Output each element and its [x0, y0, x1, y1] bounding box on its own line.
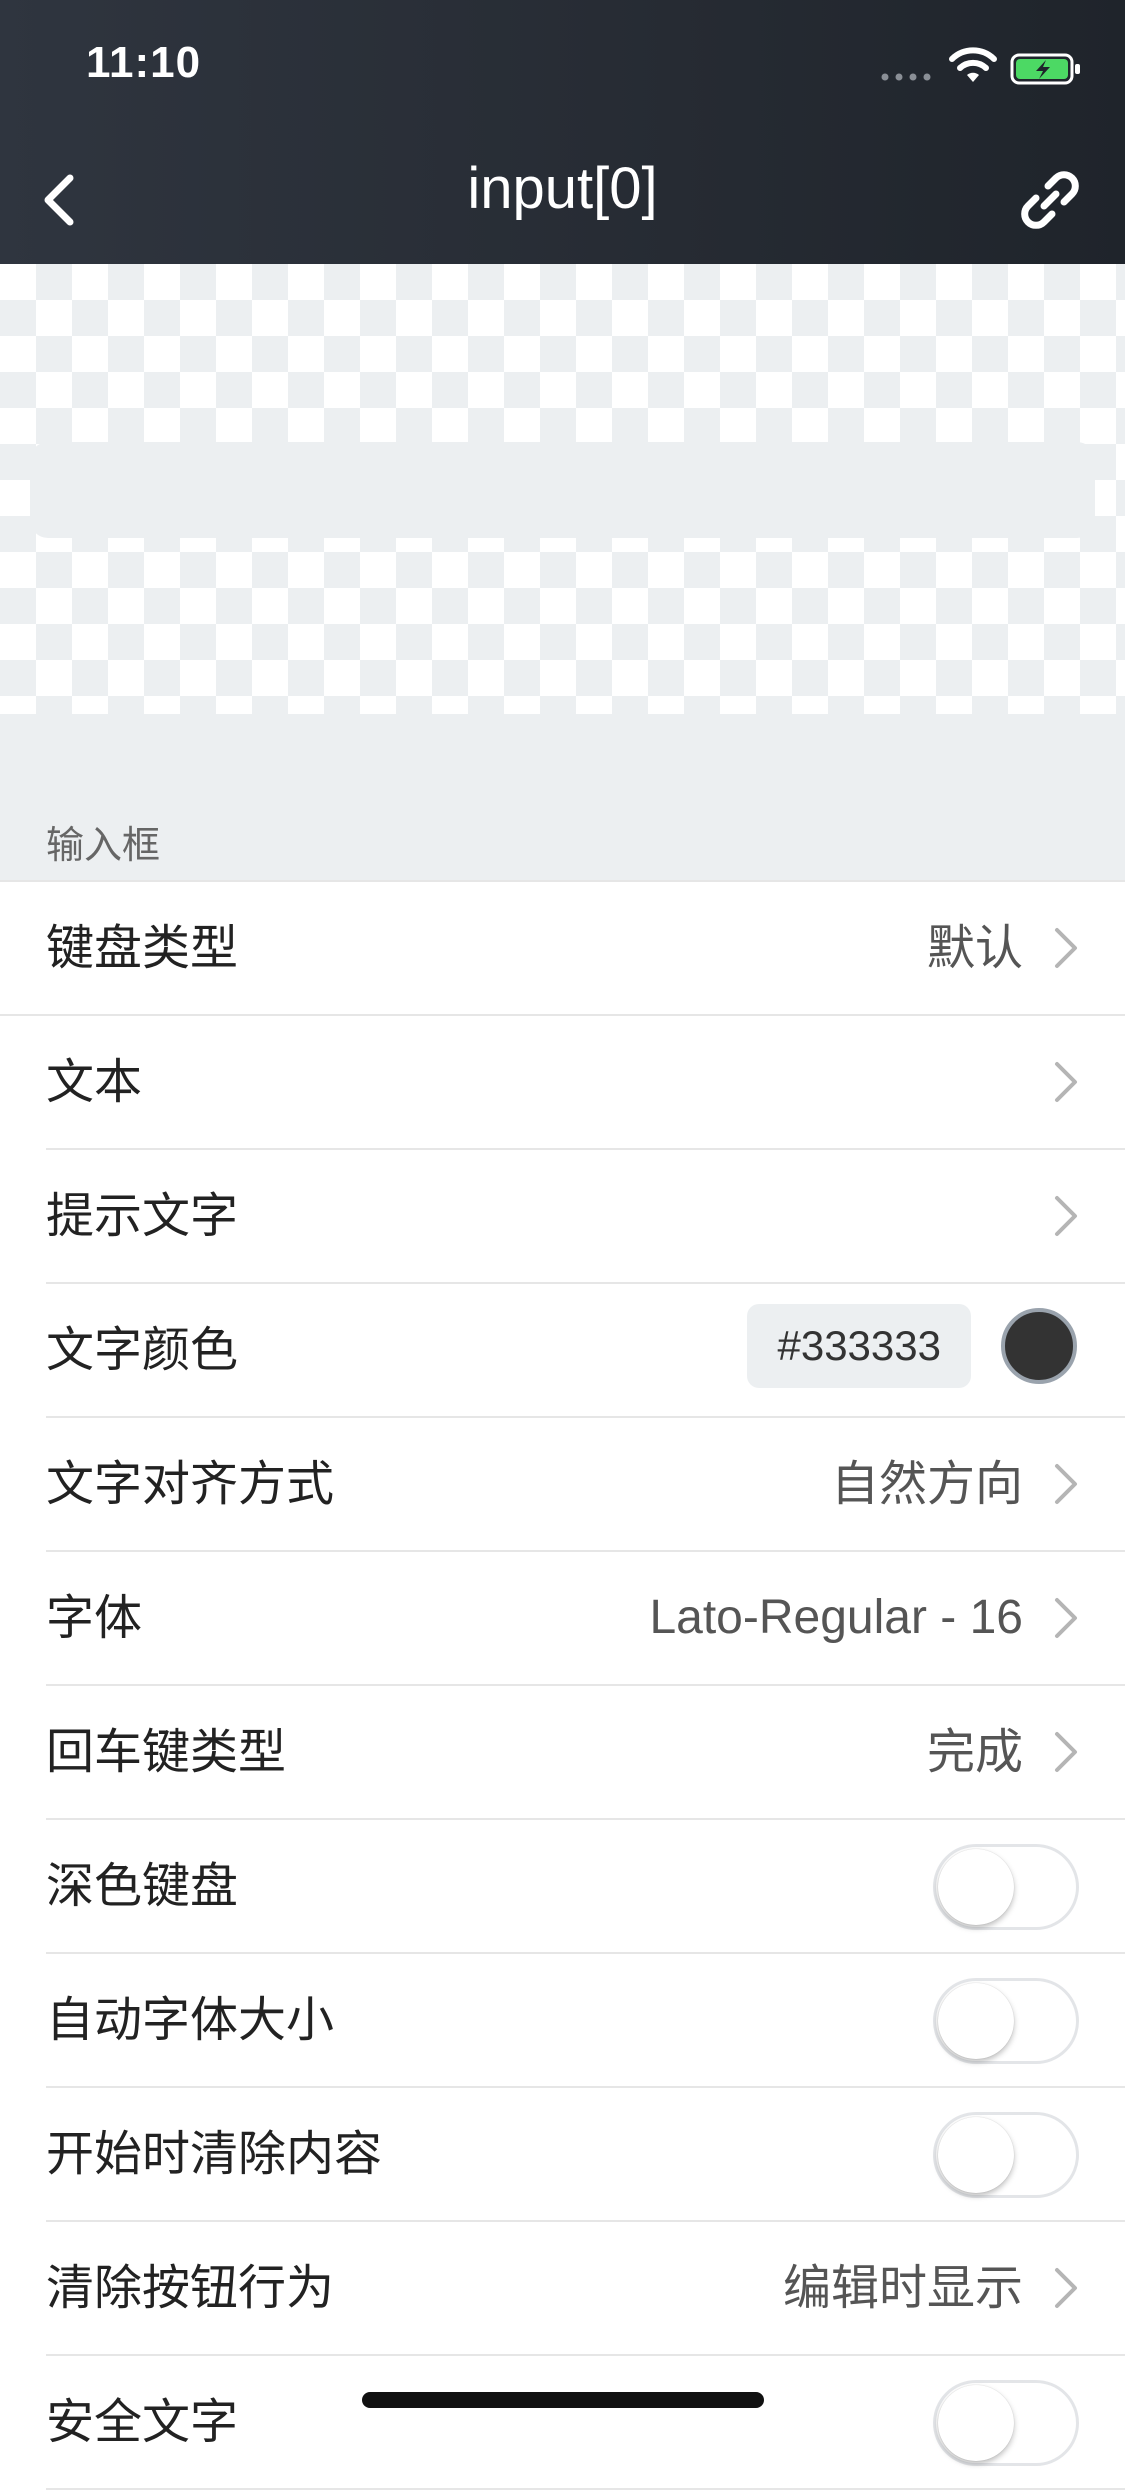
- row-value: 自然方向: [830, 1456, 1023, 1512]
- chevron-right-icon: [1055, 1062, 1077, 1102]
- row-label: 自动字体大小: [46, 1992, 335, 2048]
- home-indicator: [362, 2392, 764, 2408]
- color-swatch[interactable]: [1001, 1308, 1077, 1384]
- toggle-knob: [938, 1849, 1014, 1925]
- row-return-key-type[interactable]: 回车键类型 完成: [46, 1686, 1125, 1820]
- toggle-knob: [938, 2117, 1014, 2193]
- row-label: 深色键盘: [46, 1858, 239, 1914]
- chevron-right-icon: [1055, 1732, 1077, 1772]
- row-label: 键盘类型: [46, 920, 239, 976]
- chevron-right-icon: [1055, 928, 1077, 968]
- section-header: 输入框: [0, 714, 1125, 880]
- link-button[interactable]: [1010, 160, 1090, 240]
- row-text-alignment[interactable]: 文字对齐方式 自然方向: [46, 1418, 1125, 1552]
- row-text-color[interactable]: 文字颜色 #333333: [46, 1284, 1125, 1418]
- row-auto-font-size: 自动字体大小: [46, 1954, 1125, 2088]
- row-label: 文字对齐方式: [46, 1456, 335, 1512]
- row-placeholder-text[interactable]: 提示文字: [46, 1150, 1125, 1284]
- row-value: 默认: [926, 920, 1023, 976]
- cellular-signal-icon: [881, 73, 931, 81]
- row-label: 安全文字: [46, 2394, 239, 2450]
- row-clear-button-mode[interactable]: 清除按钮行为 编辑时显示: [46, 2222, 1125, 2356]
- chevron-right-icon: [1055, 1464, 1077, 1504]
- row-value: Lato-Regular - 16: [649, 1591, 1023, 1644]
- toggle-knob: [938, 1983, 1014, 2059]
- chevron-right-icon: [1055, 1598, 1077, 1638]
- row-value: 编辑时显示: [782, 2260, 1023, 2316]
- row-label: 字体: [46, 1590, 143, 1646]
- row-label: 文字颜色: [46, 1322, 239, 1378]
- clear-on-begin-toggle[interactable]: [933, 2112, 1079, 2198]
- status-time: 11:10: [86, 38, 202, 87]
- auto-font-size-toggle[interactable]: [933, 1978, 1079, 2064]
- chevron-right-icon: [1055, 1196, 1077, 1236]
- row-font[interactable]: 字体 Lato-Regular - 16: [46, 1552, 1125, 1686]
- dark-keyboard-toggle[interactable]: [933, 1844, 1079, 1930]
- row-label: 提示文字: [46, 1188, 239, 1244]
- row-label: 文本: [46, 1054, 143, 1110]
- row-label: 开始时清除内容: [46, 2126, 383, 2182]
- navigation-bar: 11:10 input[0]: [0, 0, 1125, 264]
- preview-text-input[interactable]: [30, 442, 1095, 538]
- row-clear-on-begin: 开始时清除内容: [46, 2088, 1125, 2222]
- row-value: 完成: [926, 1724, 1023, 1780]
- wifi-icon: [949, 47, 997, 82]
- toggle-knob: [938, 2385, 1014, 2461]
- row-text[interactable]: 文本: [46, 1016, 1125, 1150]
- row-label: 清除按钮行为: [46, 2260, 335, 2316]
- row-secure-text: 安全文字: [46, 2356, 1125, 2490]
- row-dark-keyboard: 深色键盘: [46, 1820, 1125, 1954]
- chevron-right-icon: [1055, 2268, 1077, 2308]
- row-keyboard-type[interactable]: 键盘类型 默认: [0, 880, 1125, 1016]
- section-title: 输入框: [46, 823, 161, 867]
- component-preview: [0, 264, 1125, 714]
- row-label: 回车键类型: [46, 1724, 287, 1780]
- color-hex-field[interactable]: #333333: [747, 1304, 971, 1388]
- settings-list: 键盘类型 默认 文本 提示文字 文字颜色 #333333 文字对齐方式 自然方向…: [0, 880, 1125, 2490]
- page-title: input[0]: [467, 156, 658, 221]
- battery-charging-icon: [1010, 53, 1080, 85]
- secure-text-toggle[interactable]: [933, 2380, 1079, 2466]
